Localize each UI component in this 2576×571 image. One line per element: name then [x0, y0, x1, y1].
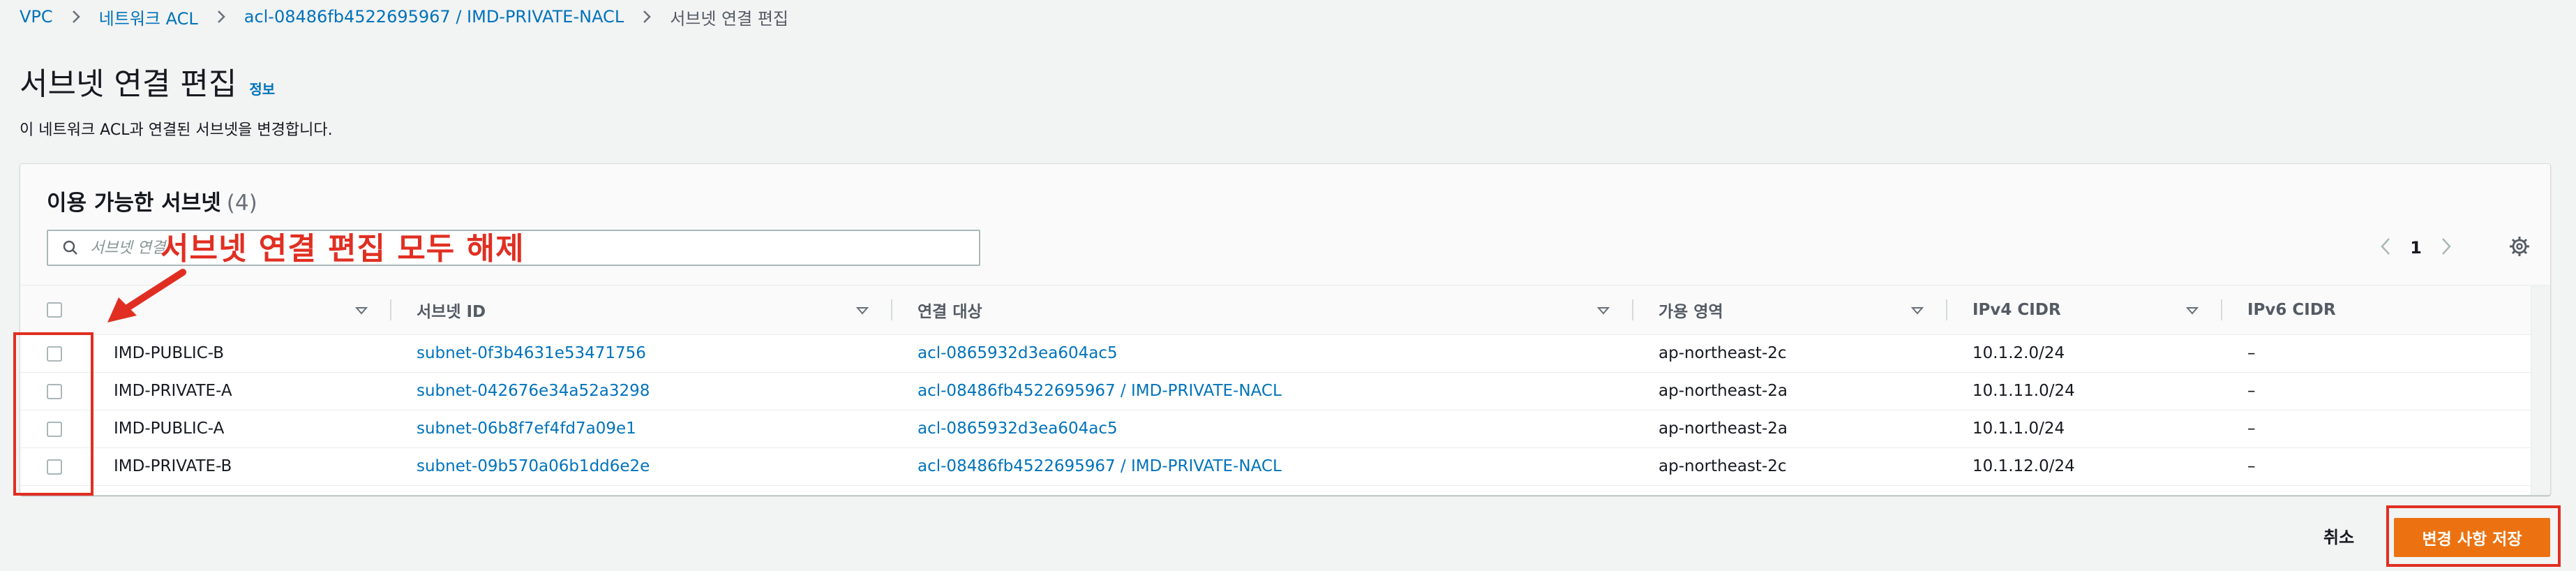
page-number[interactable]: 1: [2410, 238, 2422, 258]
breadcrumb-vpc[interactable]: VPC: [20, 7, 53, 27]
subnet-name: IMD-PUBLIC-A: [89, 410, 391, 448]
table-header-row: 서브넷 ID 연결 대상 가용 영역 IPv4 CIDR IPv6 CIDR: [20, 286, 2531, 335]
subnet-id-link[interactable]: subnet-09b570a06b1dd6e2e: [417, 457, 650, 475]
breadcrumb: VPC 네트워크 ACL acl-08486fb4522695967 / IMD…: [20, 4, 788, 29]
table-row[interactable]: IMD-PRIVATE-B subnet-09b570a06b1dd6e2e a…: [20, 447, 2531, 486]
availability-zone: ap-northeast-2c: [1633, 334, 1947, 373]
breadcrumb-acl[interactable]: acl-08486fb4522695967 / IMD-PRIVATE-NACL: [244, 7, 624, 27]
column-label: IPv6 CIDR: [2247, 300, 2336, 319]
column-label: 연결 대상: [918, 302, 982, 321]
annotation-highlight-checkboxes: [13, 332, 93, 496]
panel-title-text: 이용 가능한 서브넷: [47, 191, 221, 216]
availability-zone: ap-northeast-2a: [1633, 372, 1947, 410]
annotation-arrow-icon: [98, 267, 188, 332]
info-link[interactable]: 정보: [249, 78, 275, 98]
chevron-right-icon: [642, 9, 652, 24]
annotation-label: 서브넷 연결 편집 모두 해제: [160, 231, 525, 267]
ipv4-cidr: 10.1.11.0/24: [1947, 372, 2222, 410]
subnet-name: IMD-PRIVATE-A: [89, 372, 391, 410]
availability-zone: ap-northeast-2c: [1633, 447, 1947, 486]
select-all-checkbox[interactable]: [47, 302, 62, 318]
table-row[interactable]: IMD-PUBLIC-B subnet-0f3b4631e53471756 ac…: [20, 334, 2531, 373]
ipv6-cidr: –: [2222, 410, 2531, 448]
sort-down-icon: [855, 301, 869, 319]
column-label: 서브넷 ID: [417, 302, 486, 321]
associated-acl-link[interactable]: acl-08486fb4522695967 / IMD-PRIVATE-NACL: [918, 382, 1282, 400]
cancel-button[interactable]: 취소: [2323, 524, 2354, 548]
search-icon: [62, 239, 79, 256]
column-header-associated-with[interactable]: 연결 대상: [892, 286, 1633, 335]
ipv4-cidr: 10.1.12.0/24: [1947, 447, 2222, 486]
associated-acl-link[interactable]: acl-0865932d3ea604ac5: [918, 344, 1118, 362]
sort-down-icon: [354, 301, 368, 319]
column-header-subnet-id[interactable]: 서브넷 ID: [391, 286, 892, 335]
table-scrollbar[interactable]: [2531, 286, 2550, 495]
column-label: IPv4 CIDR: [1972, 300, 2061, 319]
available-subnets-panel: 이용 가능한 서브넷(4) 1: [20, 163, 2551, 496]
table-row[interactable]: IMD-PUBLIC-A subnet-06b8f7ef4fd7a09e1 ac…: [20, 410, 2531, 448]
column-header-ipv4-cidr[interactable]: IPv4 CIDR: [1947, 286, 2222, 335]
subnet-id-link[interactable]: subnet-042676e34a52a3298: [417, 382, 650, 400]
chevron-right-icon: [216, 9, 226, 24]
ipv6-cidr: –: [2222, 372, 2531, 410]
pagination: 1: [2379, 234, 2453, 262]
ipv4-cidr: 10.1.2.0/24: [1947, 334, 2222, 373]
gear-icon: [2508, 235, 2531, 260]
breadcrumb-network-acl[interactable]: 네트워크 ACL: [99, 5, 198, 29]
associated-acl-link[interactable]: acl-08486fb4522695967 / IMD-PRIVATE-NACL: [918, 457, 1282, 475]
table-row[interactable]: IMD-PRIVATE-A subnet-042676e34a52a3298 a…: [20, 372, 2531, 410]
chevron-left-icon[interactable]: [2379, 236, 2392, 260]
sort-down-icon: [1596, 301, 1610, 319]
associated-acl-link[interactable]: acl-0865932d3ea604ac5: [918, 420, 1118, 438]
save-changes-button[interactable]: 변경 사항 저장: [2394, 518, 2550, 557]
page-description: 이 네트워크 ACL과 연결된 서브넷을 변경합니다.: [20, 121, 333, 139]
sort-down-icon: [1910, 301, 1924, 319]
subnet-id-link[interactable]: subnet-0f3b4631e53471756: [417, 344, 646, 362]
select-all-cell: [20, 286, 89, 335]
settings-button[interactable]: [2506, 234, 2533, 262]
breadcrumb-current: 서브넷 연결 편집: [670, 8, 789, 29]
chevron-right-icon: [71, 9, 81, 24]
column-header-availability-zone[interactable]: 가용 영역: [1633, 286, 1947, 335]
subnet-name: IMD-PUBLIC-B: [89, 334, 391, 373]
subnet-name: IMD-PRIVATE-B: [89, 447, 391, 486]
subnet-id-link[interactable]: subnet-06b8f7ef4fd7a09e1: [417, 420, 636, 438]
column-label: 가용 영역: [1658, 302, 1723, 321]
ipv6-cidr: –: [2222, 447, 2531, 486]
ipv6-cidr: –: [2222, 334, 2531, 373]
chevron-right-icon[interactable]: [2440, 236, 2453, 260]
availability-zone: ap-northeast-2a: [1633, 410, 1947, 448]
panel-title: 이용 가능한 서브넷 (4): [47, 185, 257, 216]
ipv4-cidr: 10.1.1.0/24: [1947, 410, 2222, 448]
subnet-count: (4): [226, 191, 257, 216]
sort-down-icon: [2185, 301, 2199, 319]
column-header-ipv6-cidr[interactable]: IPv6 CIDR: [2222, 286, 2531, 335]
subnets-table: 서브넷 ID 연결 대상 가용 영역 IPv4 CIDR IPv6 CIDR I…: [20, 286, 2531, 486]
page-title-text: 서브넷 연결 편집: [20, 66, 237, 102]
page-title: 서브넷 연결 편집 정보: [20, 59, 275, 103]
